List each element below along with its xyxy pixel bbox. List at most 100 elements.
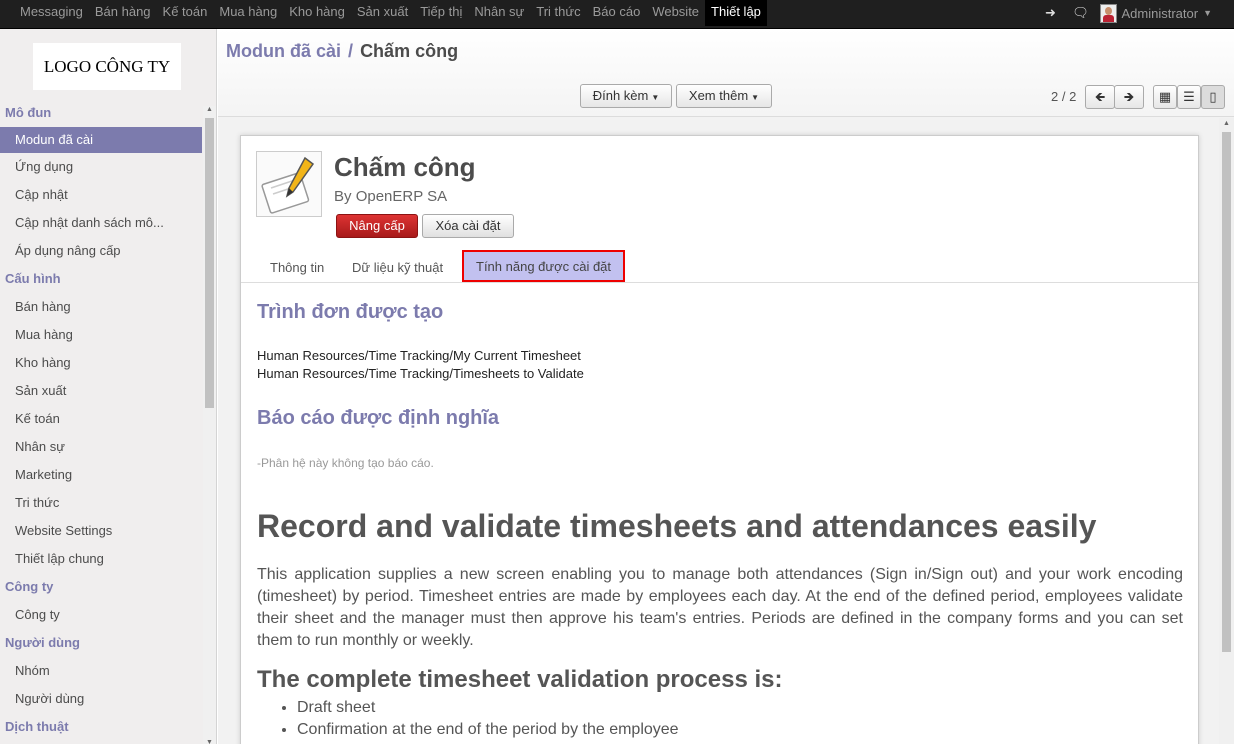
breadcrumb: Modun đã cài / Chấm công [226,41,458,62]
sidebar-item-config-marketing[interactable]: Marketing [0,461,202,489]
module-author[interactable]: OpenERP SA [356,188,447,205]
more-label: Xem thêm [688,88,749,103]
sidebar-item-installed-modules[interactable]: Modun đã cài [0,127,202,153]
sidebar-scroll-thumb[interactable] [205,118,214,408]
pager-previous-button[interactable]: 🡸 [1085,85,1115,109]
sidebar-item-config-general[interactable]: Thiết lập chung [0,545,202,573]
list-icon: ☰ [1183,89,1195,104]
scroll-up-icon[interactable]: ▲ [1223,120,1230,127]
sidebar-item-config-purchase[interactable]: Mua hàng [0,321,202,349]
menu-path: Human Resources/Time Tracking/Timesheets… [257,366,584,381]
caret-down-icon: ▼ [651,93,660,102]
main-area: Modun đã cài / Chấm công Đính kèm ▼ Xem t… [218,29,1234,744]
sidebar-item-users[interactable]: Người dùng [0,685,202,713]
sidebar-item-config-hr[interactable]: Nhân sự [0,433,202,461]
sidebar-item-apply-upgrades[interactable]: Áp dụng nâng cấp [0,237,202,265]
sidebar-item-config-website[interactable]: Website Settings [0,517,202,545]
sign-in-icon[interactable]: ➜ [1036,5,1066,21]
top-right-tools: ➜ 🗨 Administrator ▼ [1036,0,1212,26]
form-sheet: Chấm công By OpenERP SA Nâng cấp Xóa cài… [240,135,1199,744]
kanban-view-button[interactable]: ▦ [1153,85,1177,109]
sidebar-item-updates[interactable]: Cập nhật [0,181,202,209]
module-icon [256,151,322,217]
sidebar-item-config-accounting[interactable]: Kế toán [0,405,202,433]
user-menu[interactable]: Administrator [1122,6,1199,21]
breadcrumb-installed-modules[interactable]: Modun đã cài [226,41,341,61]
arrow-right-icon: 🡺 [1123,89,1135,104]
scroll-up-icon[interactable]: ▲ [206,106,213,113]
list-view-button[interactable]: ☰ [1177,85,1201,109]
breadcrumb-current: Chấm công [360,41,459,61]
top-menu-reporting[interactable]: Báo cáo [587,0,647,26]
sidebar: LOGO CÔNG TY Mô đun Modun đã cài Ứng dụn… [0,29,217,744]
top-menu-marketing[interactable]: Tiếp thị [414,0,468,26]
pager-next-button[interactable]: 🡺 [1114,85,1144,109]
top-menu-knowledge[interactable]: Tri thức [530,0,586,26]
form-view-button[interactable]: ▯ [1201,85,1225,109]
top-menu-warehouse[interactable]: Kho hàng [283,0,351,26]
scroll-down-icon[interactable]: ▼ [206,739,213,744]
main-scroll-thumb[interactable] [1222,132,1231,652]
top-menu-bar: Messaging Bán hàng Kế toán Mua hàng Kho … [0,0,1234,29]
chat-icon[interactable]: 🗨 [1066,5,1096,21]
list-item: Draft sheet [297,697,679,719]
top-menu-purchase[interactable]: Mua hàng [213,0,283,26]
sidebar-item-config-sales[interactable]: Bán hàng [0,293,202,321]
sidebar-section-configuration: Cấu hình [5,271,61,286]
arrow-left-icon: 🡸 [1094,89,1106,104]
defined-reports-heading: Báo cáo được định nghĩa [257,407,500,429]
sidebar-item-config-manufacturing[interactable]: Sản xuất [0,377,202,405]
breadcrumb-separator: / [348,41,354,61]
created-menus-heading: Trình đơn được tạo [257,301,444,323]
tab-information[interactable]: Thông tin [258,255,336,283]
sidebar-section-companies: Công ty [5,579,54,594]
company-logo[interactable]: LOGO CÔNG TY [33,43,181,90]
tab-technical-data[interactable]: Dữ liệu kỹ thuật [340,255,455,283]
description-subheading: The complete timesheet validation proces… [257,666,783,693]
top-menu-hr[interactable]: Nhân sự [468,0,530,26]
more-dropdown-button[interactable]: Xem thêm ▼ [676,84,772,108]
tab-installed-features[interactable]: Tính năng được cài đặt [462,250,626,282]
caret-down-icon: ▼ [751,93,760,102]
sidebar-item-update-modules-list[interactable]: Cập nhật danh sách mô... [0,209,202,237]
sidebar-section-modules: Mô đun [5,105,52,120]
upgrade-button[interactable]: Nâng cấp [336,214,418,238]
form-icon: ▯ [1209,89,1217,104]
sidebar-item-config-warehouse[interactable]: Kho hàng [0,349,202,377]
sidebar-scrollbar[interactable]: ▲ ▼ [203,106,216,744]
form-view: Chấm công By OpenERP SA Nâng cấp Xóa cài… [218,118,1218,744]
top-menu: Messaging Bán hàng Kế toán Mua hàng Kho … [14,0,767,28]
sidebar-item-config-knowledge[interactable]: Tri thức [0,489,202,517]
sidebar-item-companies[interactable]: Công ty [0,601,202,629]
top-menu-accounting[interactable]: Kế toán [157,0,214,26]
sidebar-item-groups[interactable]: Nhóm [0,657,202,685]
sidebar-nav: Mô đun Modun đã cài Ứng dụng Cập nhật Cậ… [0,99,202,741]
main-scrollbar[interactable]: ▲ [1219,118,1234,744]
chevron-down-icon[interactable]: ▼ [1203,8,1212,18]
author-prefix: By [334,188,352,205]
pager-value[interactable]: 2 / 2 [1051,89,1076,104]
list-item: Confirmation at the end of the period by… [297,719,679,741]
module-title: Chấm công [334,152,476,182]
grid-icon: ▦ [1158,89,1172,104]
created-menus-list: Human Resources/Time Tracking/My Current… [257,347,584,383]
avatar[interactable] [1099,3,1117,23]
control-panel: Modun đã cài / Chấm công Đính kèm ▼ Xem t… [218,29,1234,117]
description-heading: Record and validate timesheets and atten… [257,508,1097,544]
top-menu-sales[interactable]: Bán hàng [89,0,157,26]
sidebar-item-apps[interactable]: Ứng dụng [0,153,202,181]
top-menu-messaging[interactable]: Messaging [14,0,89,26]
attachment-dropdown-button[interactable]: Đính kèm ▼ [580,84,672,108]
description-list: Draft sheet Confirmation at the end of t… [297,697,679,741]
description-paragraph: This application supplies a new screen e… [257,566,1183,649]
top-menu-manufacturing[interactable]: Sản xuất [351,0,414,26]
module-author-line: By OpenERP SA [334,188,447,205]
sidebar-section-users: Người dùng [5,635,80,650]
uninstall-button[interactable]: Xóa cài đặt [422,214,514,238]
top-menu-settings[interactable]: Thiết lập [705,0,767,26]
sidebar-section-translations: Dịch thuật [5,719,69,734]
notebook-tabs: Thông tin Dữ liệu kỹ thuật Tính năng đượ… [241,248,1198,283]
top-menu-website[interactable]: Website [646,0,705,26]
no-reports-note: -Phân hệ này không tạo báo cáo. [257,456,434,470]
menu-path: Human Resources/Time Tracking/My Current… [257,348,581,363]
